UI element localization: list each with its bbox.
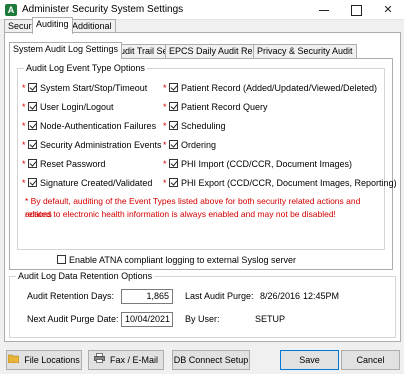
option-label: User Login/Logout xyxy=(40,102,114,112)
checkbox[interactable] xyxy=(28,102,37,111)
checkbox[interactable] xyxy=(169,140,178,149)
fax-email-label: Fax / E-Mail xyxy=(109,355,158,365)
tab-security[interactable]: Security xyxy=(4,19,34,33)
tab-system-audit-log-settings[interactable]: System Audit Log Settings xyxy=(9,42,123,59)
option-security-admin-events[interactable]: * Security Administration Events xyxy=(22,140,162,152)
syslog-option[interactable]: Enable ATNA compliant logging to externa… xyxy=(57,255,296,267)
checkbox[interactable] xyxy=(28,83,37,92)
db-connect-setup-button[interactable]: DB Connect Setup xyxy=(172,350,250,370)
retention-days-label: Audit Retention Days: xyxy=(27,291,115,301)
folder-icon xyxy=(7,352,20,370)
next-purge-date-input[interactable]: 10/04/2021 xyxy=(121,312,173,327)
event-type-options-legend: Audit Log Event Type Options xyxy=(24,63,147,73)
syslog-checkbox[interactable] xyxy=(57,255,66,264)
by-user-label: By User: xyxy=(185,314,220,324)
tab-privacy-security-audit[interactable]: Privacy & Security Audit xyxy=(253,44,357,58)
tab-additional-options[interactable]: Additional Options xyxy=(68,19,116,44)
file-locations-label: File Locations xyxy=(24,355,80,365)
close-button[interactable]: ✕ xyxy=(372,0,404,20)
checkbox[interactable] xyxy=(169,178,178,187)
last-purge-date: 8/26/2016 xyxy=(260,291,301,301)
option-patient-record-query[interactable]: * Patient Record Query xyxy=(163,102,268,114)
option-scheduling[interactable]: * Scheduling xyxy=(163,121,226,133)
checkbox[interactable] xyxy=(28,121,37,130)
option-label: Node-Authentication Failures xyxy=(40,121,157,131)
window-title: Administer Security System Settings xyxy=(22,4,184,15)
option-label: PHI Import (CCD/CCR, Document Images) xyxy=(181,159,353,169)
file-locations-button[interactable]: File Locations xyxy=(6,350,82,370)
last-purge-label: Last Audit Purge: xyxy=(185,291,254,301)
db-connect-setup-label: DB Connect Setup xyxy=(173,355,249,365)
by-user-value: SETUP xyxy=(255,314,286,324)
option-reset-password[interactable]: * Reset Password xyxy=(22,159,106,171)
auditing-panel: System Audit Log Settings PHI Audit Trai… xyxy=(4,32,401,342)
default-audit-note-line2: related to electronic health information… xyxy=(25,209,336,219)
retention-days-input[interactable]: 1,865 xyxy=(121,289,173,304)
option-label: Patient Record Query xyxy=(181,102,268,112)
minimize-button[interactable] xyxy=(308,0,340,20)
option-label: Reset Password xyxy=(40,159,106,169)
retention-options-group: Audit Log Data Retention Options Audit R… xyxy=(9,271,396,338)
checkbox[interactable] xyxy=(28,159,37,168)
app-icon: A xyxy=(5,4,17,16)
next-purge-label: Next Audit Purge Date: xyxy=(27,314,119,324)
option-label: System Start/Stop/Timeout xyxy=(40,83,148,93)
syslog-label: Enable ATNA compliant logging to externa… xyxy=(69,255,296,265)
checkbox[interactable] xyxy=(169,121,178,130)
option-label: Ordering xyxy=(181,140,217,150)
option-patient-record[interactable]: * Patient Record (Added/Updated/Viewed/De… xyxy=(163,83,377,95)
option-system-start-stop[interactable]: * System Start/Stop/Timeout xyxy=(22,83,147,95)
checkbox[interactable] xyxy=(169,102,178,111)
checkbox[interactable] xyxy=(28,178,37,187)
printer-icon xyxy=(94,352,105,370)
option-ordering[interactable]: * Ordering xyxy=(163,140,216,152)
option-label: Signature Created/Validated xyxy=(40,178,153,188)
option-label: Scheduling xyxy=(181,121,226,131)
fax-email-button[interactable]: Fax / E-Mail xyxy=(88,350,164,370)
tab-auditing[interactable]: Auditing xyxy=(32,17,73,34)
option-phi-import[interactable]: * PHI Import (CCD/CCR, Document Images) xyxy=(163,159,352,171)
option-node-auth-failures[interactable]: * Node-Authentication Failures xyxy=(22,121,156,133)
option-phi-export[interactable]: * PHI Export (CCD/CCR, Document Images, R… xyxy=(163,178,397,190)
last-purge-time: 12:45PM xyxy=(303,291,340,301)
system-audit-log-panel: Audit Log Event Type Options * System Sta… xyxy=(9,58,397,270)
option-label: PHI Export (CCD/CCR, Document Images, Re… xyxy=(181,178,397,188)
option-label: Security Administration Events xyxy=(40,140,162,150)
event-type-options-group: Audit Log Event Type Options * System Sta… xyxy=(17,63,397,250)
close-icon: ✕ xyxy=(383,4,393,16)
save-label: Save xyxy=(299,355,320,365)
option-user-login-logout[interactable]: * User Login/Logout xyxy=(22,102,114,114)
cancel-button[interactable]: Cancel xyxy=(341,350,400,370)
retention-options-legend: Audit Log Data Retention Options xyxy=(16,271,155,281)
option-signature-created[interactable]: * Signature Created/Validated xyxy=(22,178,152,190)
cancel-label: Cancel xyxy=(356,355,385,365)
maximize-button[interactable] xyxy=(340,0,372,20)
option-label: Patient Record (Added/Updated/Viewed/Del… xyxy=(181,83,377,93)
checkbox[interactable] xyxy=(169,83,178,92)
checkbox[interactable] xyxy=(28,140,37,149)
checkbox[interactable] xyxy=(169,159,178,168)
save-button[interactable]: Save xyxy=(280,350,339,370)
